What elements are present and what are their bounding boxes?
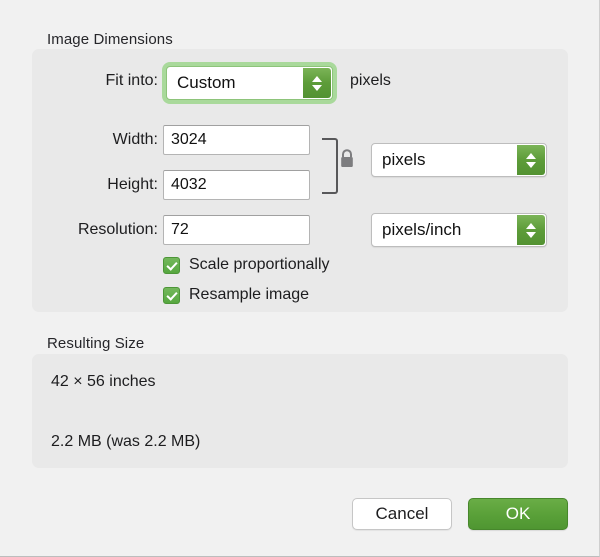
checkmark-icon[interactable]	[163, 256, 180, 274]
resulting-filesize-text: 2.2 MB (was 2.2 MB)	[51, 433, 201, 450]
stepper-up-down-icon[interactable]	[517, 145, 545, 175]
checkmark-icon[interactable]	[163, 286, 180, 304]
resolution-units-value: pixels/inch	[382, 220, 462, 239]
lock-closed-icon[interactable]	[338, 148, 356, 170]
cancel-button[interactable]: Cancel	[352, 498, 452, 530]
chevron-down-icon	[526, 231, 536, 238]
chevron-up-icon	[312, 75, 322, 82]
chevron-up-icon	[526, 152, 536, 159]
resolution-label: Resolution:	[77, 221, 158, 238]
resolution-input[interactable]	[163, 215, 310, 245]
width-label: Width:	[112, 131, 158, 148]
stepper-up-down-icon[interactable]	[303, 68, 331, 98]
scale-proportionally-label: Scale proportionally	[189, 256, 330, 273]
image-size-dialog: Image Dimensions Fit into: Custom pixels…	[0, 0, 600, 557]
fit-into-unit-suffix: pixels	[350, 72, 391, 89]
resolution-units-popup-button[interactable]: pixels/inch	[371, 213, 547, 247]
fit-into-label: Fit into:	[105, 72, 158, 89]
height-label: Height:	[107, 176, 158, 193]
chevron-down-icon	[312, 84, 322, 91]
fit-into-value: Custom	[177, 73, 236, 92]
height-input[interactable]	[163, 170, 310, 200]
scale-proportionally-checkbox-row[interactable]: Scale proportionally	[163, 256, 330, 274]
size-units-value: pixels	[382, 150, 426, 169]
section-label-resulting-size: Resulting Size	[47, 335, 145, 352]
ok-button[interactable]: OK	[468, 498, 568, 530]
chevron-up-icon	[526, 222, 536, 229]
resample-image-checkbox-row[interactable]: Resample image	[163, 286, 309, 304]
chevron-down-icon	[526, 161, 536, 168]
resulting-dimensions-text: 42 × 56 inches	[51, 373, 156, 390]
section-label-image-dimensions: Image Dimensions	[47, 31, 173, 48]
width-input[interactable]	[163, 125, 310, 155]
dimension-link-bracket	[322, 138, 338, 194]
size-units-popup-button[interactable]: pixels	[371, 143, 547, 177]
resample-image-label: Resample image	[189, 286, 310, 303]
stepper-up-down-icon[interactable]	[517, 215, 545, 245]
fit-into-popup-button[interactable]: Custom	[166, 66, 333, 100]
